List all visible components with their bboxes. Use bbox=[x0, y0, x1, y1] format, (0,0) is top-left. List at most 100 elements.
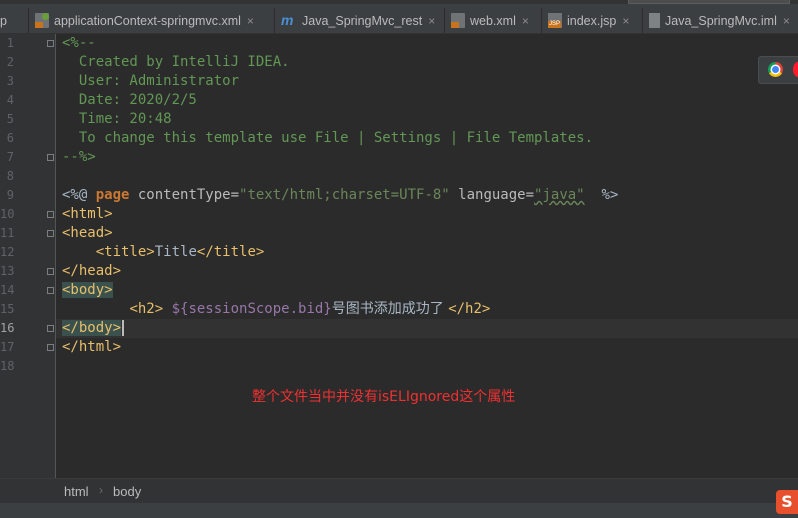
tab-web-xml[interactable]: web.xml × bbox=[445, 8, 542, 33]
tab-index-jsp[interactable]: index.jsp × bbox=[542, 8, 643, 33]
line-number: 8 bbox=[6, 169, 14, 183]
line-number-gutter[interactable]: 1 2 3 4 5 6 7 8 9 10 11 12 13 14 15 16 1… bbox=[0, 34, 56, 478]
line-number: 14 bbox=[0, 283, 15, 297]
opera-icon[interactable] bbox=[793, 62, 798, 77]
spring-xml-file-icon bbox=[35, 13, 49, 28]
line-number: 4 bbox=[6, 93, 14, 107]
tab-label: index.jsp bbox=[567, 13, 617, 28]
code-line-14: <body> bbox=[62, 281, 113, 300]
attribute-name: language= bbox=[449, 187, 535, 203]
fold-marker-icon[interactable] bbox=[47, 268, 54, 275]
fold-marker-icon[interactable] bbox=[47, 287, 54, 294]
comment-text: Created by IntelliJ IDEA. bbox=[62, 54, 290, 70]
code-line-12: <title>Title</title> bbox=[62, 243, 265, 262]
toolbar-selector[interactable] bbox=[628, 0, 790, 4]
code-editor[interactable]: <%-- Created by IntelliJ IDEA. User: Adm… bbox=[56, 34, 798, 478]
status-bar bbox=[0, 503, 798, 518]
line-number: 13 bbox=[0, 264, 15, 278]
line-number: 3 bbox=[6, 74, 14, 88]
red-annotation-text: 整个文件当中并没有isELIgnored这个属性 bbox=[252, 389, 516, 405]
close-icon[interactable]: × bbox=[783, 14, 790, 28]
iml-file-icon bbox=[649, 13, 660, 28]
code-line-2: Created by IntelliJ IDEA. bbox=[62, 53, 290, 72]
line-number: 5 bbox=[6, 112, 14, 126]
breadcrumb-item-body[interactable]: body bbox=[113, 484, 141, 499]
line-number: 11 bbox=[0, 226, 15, 240]
tab-label: Java_SpringMvc_rest bbox=[302, 13, 423, 28]
comment-text: User: Administrator bbox=[62, 73, 240, 89]
current-line-highlight bbox=[56, 319, 798, 338]
close-icon[interactable]: × bbox=[247, 14, 254, 28]
xml-file-icon bbox=[451, 13, 465, 28]
close-icon[interactable]: × bbox=[428, 14, 435, 28]
fold-marker-icon[interactable] bbox=[47, 325, 54, 332]
directive-close: %> bbox=[584, 187, 619, 203]
code-line-4: Date: 2020/2/5 bbox=[62, 91, 197, 110]
tab-java-springmvc-rest[interactable]: m Java_SpringMvc_rest × bbox=[275, 8, 445, 33]
top-toolbar-strip bbox=[0, 0, 798, 4]
fold-marker-icon[interactable] bbox=[47, 40, 54, 47]
jsp-comment-close: --%> bbox=[62, 149, 96, 165]
comment-text: To change this template use File | Setti… bbox=[62, 130, 594, 146]
line-number: 1 bbox=[6, 36, 14, 50]
fold-marker-icon[interactable] bbox=[47, 344, 54, 351]
tab-label: web.xml bbox=[470, 13, 516, 28]
jsp-file-icon bbox=[548, 13, 562, 28]
line-number: 15 bbox=[0, 302, 15, 316]
line-number: 9 bbox=[6, 188, 14, 202]
html-tag: <html> bbox=[62, 206, 113, 222]
code-line-6: To change this template use File | Setti… bbox=[62, 129, 593, 148]
h2-tag: <h2> bbox=[129, 301, 164, 317]
h2-text: 号图书添加成功了 bbox=[331, 301, 449, 317]
line-number: 2 bbox=[6, 55, 14, 69]
code-line-3: User: Administrator bbox=[62, 72, 239, 91]
text-caret bbox=[122, 320, 125, 336]
tab-java-springmvc-iml[interactable]: Java_SpringMvc.iml × bbox=[643, 8, 798, 33]
directive-open: <%@ bbox=[62, 187, 96, 203]
sogou-ime-logo-icon[interactable]: S bbox=[776, 490, 798, 514]
code-line-7: --%> bbox=[62, 148, 96, 167]
el-expression: ${sessionScope.bid} bbox=[163, 301, 332, 317]
tab-label: Java_SpringMvc.iml bbox=[665, 13, 777, 28]
title-text: Title bbox=[154, 244, 197, 260]
close-icon[interactable]: × bbox=[522, 14, 529, 28]
editor-tab-bar: p applicationContext-springmvc.xml × m J… bbox=[0, 0, 798, 34]
code-line-10: <html> bbox=[62, 205, 113, 224]
code-line-11: <head> bbox=[62, 224, 113, 243]
module-icon: m bbox=[281, 12, 294, 28]
code-line-15: <h2> ${sessionScope.bid}号图书添加成功了 </h2> bbox=[62, 300, 490, 319]
line-number: 6 bbox=[6, 131, 14, 145]
attribute-name: contentType= bbox=[129, 187, 240, 203]
head-tag-close: </head> bbox=[62, 263, 122, 279]
breadcrumb-separator: › bbox=[99, 483, 103, 497]
line-number: 17 bbox=[0, 340, 15, 354]
tab-label: p bbox=[0, 13, 7, 28]
body-tag-close: </body> bbox=[62, 320, 122, 336]
fold-marker-icon[interactable] bbox=[47, 230, 54, 237]
breadcrumb-item-html[interactable]: html bbox=[64, 484, 89, 499]
body-tag: <body> bbox=[62, 282, 113, 298]
breadcrumb: html › body bbox=[0, 478, 798, 504]
directive-keyword: page bbox=[95, 187, 130, 203]
chrome-icon[interactable] bbox=[768, 62, 783, 77]
fold-marker-icon[interactable] bbox=[47, 154, 54, 161]
attribute-value: "java" bbox=[534, 187, 585, 203]
h2-tag-close: </h2> bbox=[448, 301, 491, 317]
code-line-5: Time: 20:48 bbox=[62, 110, 172, 129]
code-line-16: </body> bbox=[62, 319, 125, 338]
tab-jsp-partial[interactable]: p bbox=[0, 8, 29, 33]
title-tag-close: </title> bbox=[196, 244, 265, 260]
comment-text: Time: 20:48 bbox=[62, 111, 172, 127]
code-line-17: </html> bbox=[62, 338, 121, 357]
line-number: 10 bbox=[0, 207, 15, 221]
tab-label: applicationContext-springmvc.xml bbox=[54, 13, 241, 28]
line-number: 18 bbox=[0, 359, 15, 373]
fold-marker-icon[interactable] bbox=[47, 211, 54, 218]
title-tag: <title> bbox=[95, 244, 155, 260]
line-number: 12 bbox=[0, 245, 15, 259]
comment-text: Date: 2020/2/5 bbox=[62, 92, 197, 108]
tab-applicationcontext-springmvc[interactable]: applicationContext-springmvc.xml × bbox=[29, 8, 275, 33]
close-icon[interactable]: × bbox=[622, 14, 629, 28]
